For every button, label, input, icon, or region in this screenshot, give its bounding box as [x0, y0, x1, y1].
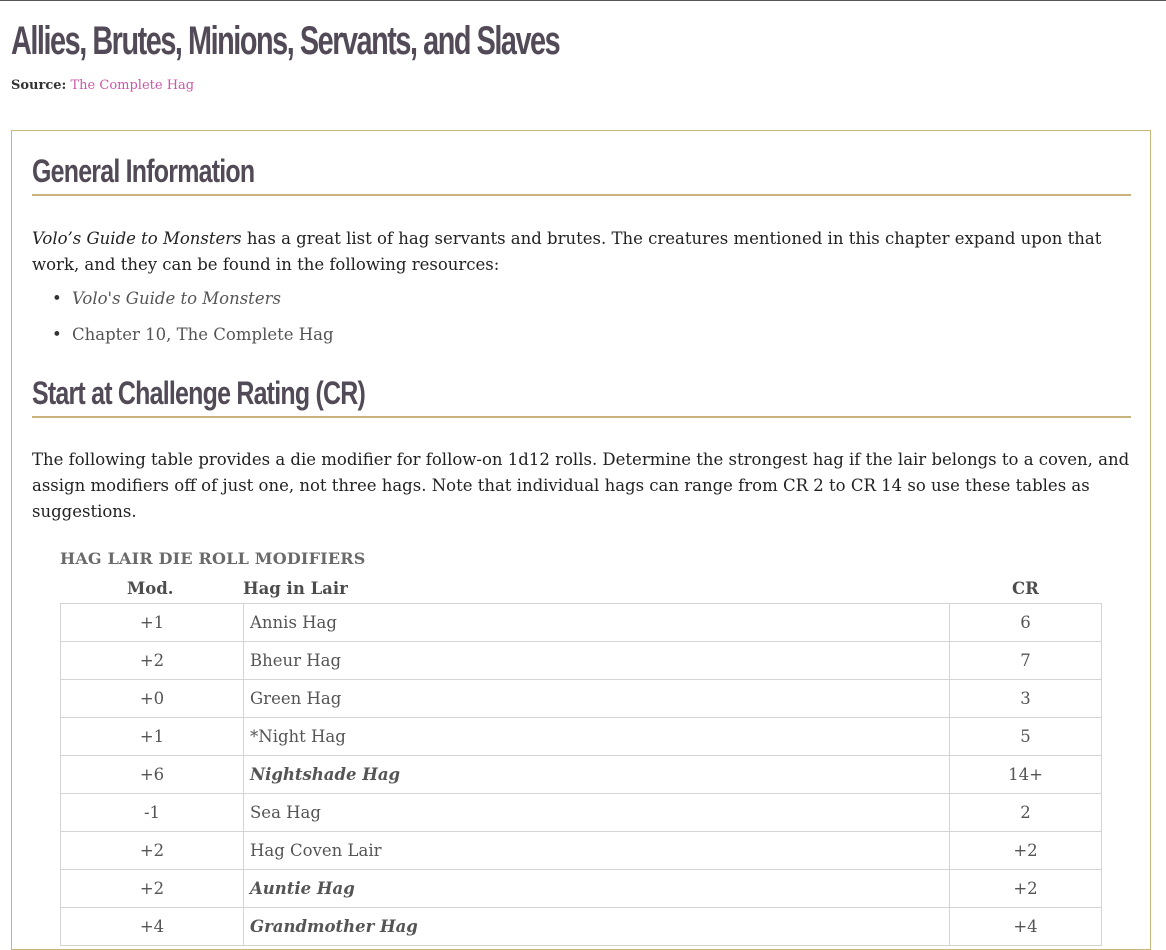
source-link[interactable]: The Complete Hag	[71, 78, 195, 93]
table-row: +6 Nightshade Hag 14+	[60, 756, 1102, 794]
cell-mod: +2	[60, 642, 243, 679]
page-title: Allies, Brutes, Minions, Servants, and S…	[11, 19, 561, 63]
list-item: Volo's Guide to Monsters	[52, 287, 334, 323]
cell-mod: +6	[60, 756, 243, 793]
cell-cr: 6	[949, 604, 1102, 641]
cell-hag: Green Hag	[243, 680, 949, 717]
cell-hag: Hag Coven Lair	[243, 832, 949, 869]
table-row: +2 Bheur Hag 7	[60, 642, 1102, 680]
section-heading-cr: Start at Challenge Rating (CR)	[32, 375, 1131, 418]
hag-lair-table: +1 Annis Hag 6 +2 Bheur Hag 7 +0 Green Hag 3 +1 *N…	[60, 603, 1102, 946]
cell-mod: +2	[60, 870, 243, 907]
cell-hag: Bheur Hag	[243, 642, 949, 679]
table-header: Mod. Hag in Lair CR	[60, 576, 1102, 603]
cell-mod: -1	[60, 794, 243, 831]
table-row: +0 Green Hag 3	[60, 680, 1102, 718]
cell-mod: +2	[60, 832, 243, 869]
section-heading-general: General Information	[32, 153, 1131, 196]
cell-mod: +1	[60, 604, 243, 641]
table-row: +1 *Night Hag 5	[60, 718, 1102, 756]
cell-cr: +2	[949, 870, 1102, 907]
cell-cr: 3	[949, 680, 1102, 717]
cell-cr: 14+	[949, 756, 1102, 793]
cell-hag: Nightshade Hag	[243, 756, 949, 793]
header-hag: Hag in Lair	[243, 579, 348, 598]
source-line: Source: The Complete Hag	[11, 78, 194, 94]
cell-hag: Auntie Hag	[243, 870, 949, 907]
header-mod: Mod.	[127, 579, 174, 598]
cell-hag: *Night Hag	[243, 718, 949, 755]
header-cr: CR	[1012, 579, 1039, 598]
cell-mod: +0	[60, 680, 243, 717]
resources-list: Volo's Guide to Monsters Chapter 10, The…	[52, 287, 334, 359]
cr-paragraph: The following table provides a die modif…	[32, 450, 1130, 521]
cell-cr: 7	[949, 642, 1102, 679]
cell-cr: 5	[949, 718, 1102, 755]
cell-hag: Grandmother Hag	[243, 908, 949, 945]
table-row: -1 Sea Hag 2	[60, 794, 1102, 832]
content-panel: General Information Volo’s Guide to Mons…	[11, 130, 1151, 950]
cell-hag: Annis Hag	[243, 604, 949, 641]
section-heading-general-text: General Information	[32, 153, 255, 189]
cell-mod: +1	[60, 718, 243, 755]
table-row: +1 Annis Hag 6	[60, 604, 1102, 642]
cell-cr: +2	[949, 832, 1102, 869]
cell-hag: Sea Hag	[243, 794, 949, 831]
table-row: +2 Auntie Hag +2	[60, 870, 1102, 908]
cell-cr: +4	[949, 908, 1102, 945]
table-caption: HAG LAIR DIE ROLL MODIFIERS	[60, 549, 366, 568]
source-label: Source:	[11, 78, 67, 93]
general-intro-paragraph: Volo’s Guide to Monsters has a great lis…	[32, 226, 1132, 278]
volos-guide-title: Volo’s Guide to Monsters	[32, 229, 242, 248]
cell-cr: 2	[949, 794, 1102, 831]
table-row: +4 Grandmother Hag +4	[60, 908, 1102, 946]
page: Allies, Brutes, Minions, Servants, and S…	[0, 1, 1166, 950]
cell-mod: +4	[60, 908, 243, 945]
table-row: +2 Hag Coven Lair +2	[60, 832, 1102, 870]
list-item: Chapter 10, The Complete Hag	[52, 323, 334, 359]
resource-volos: Volo's Guide to Monsters	[72, 289, 281, 308]
section-heading-cr-text: Start at Challenge Rating (CR)	[32, 375, 366, 411]
